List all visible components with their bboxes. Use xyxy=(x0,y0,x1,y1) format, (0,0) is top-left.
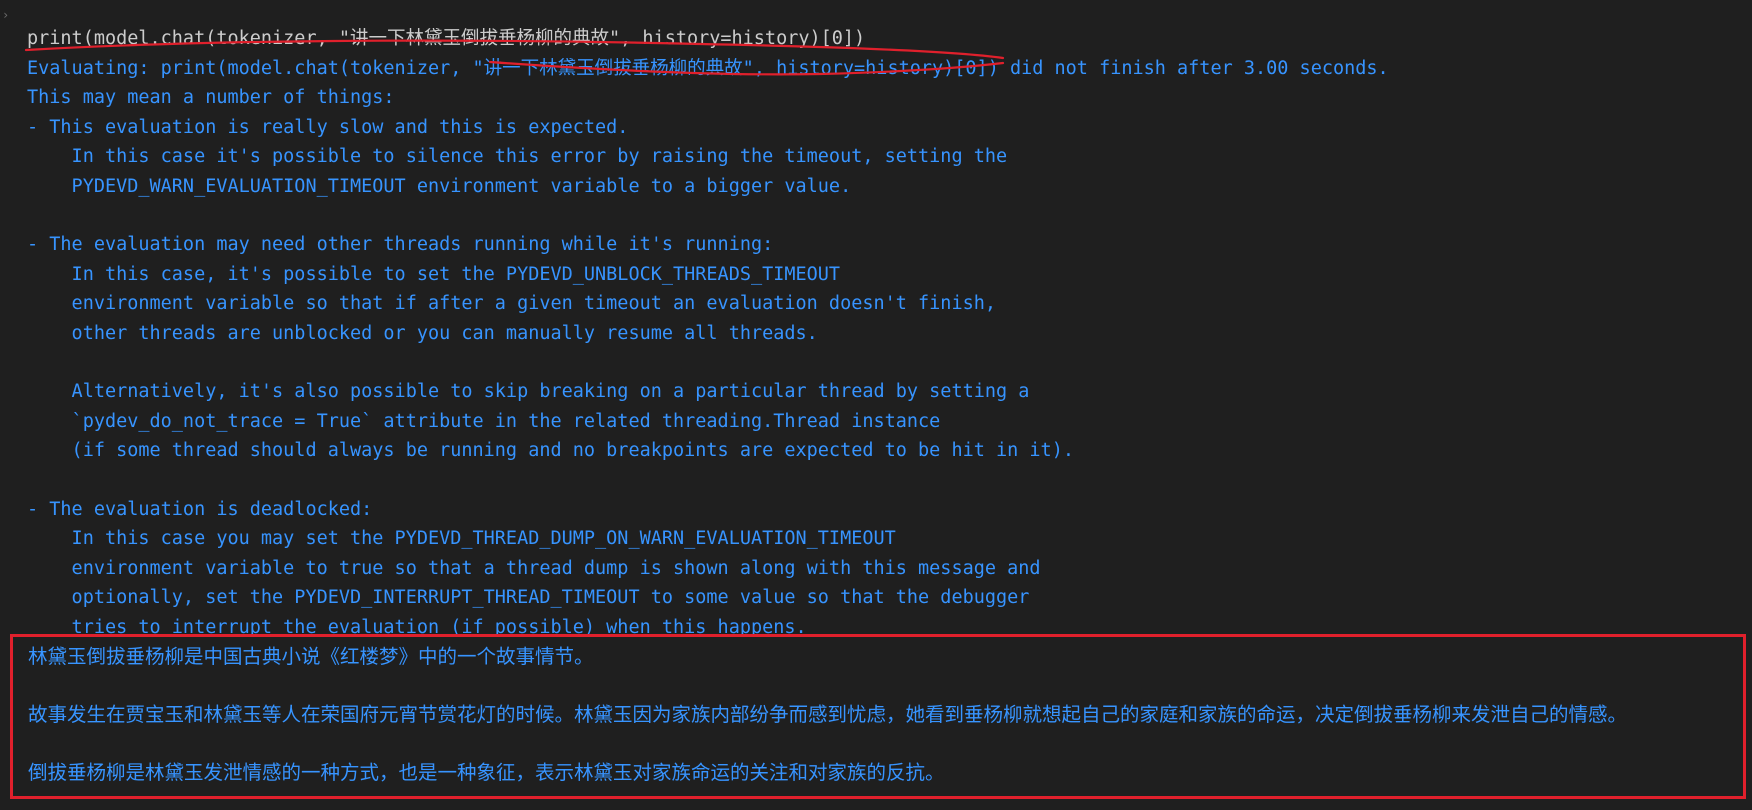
warning-line: Evaluating: print(model.chat(tokenizer, … xyxy=(27,58,1389,79)
warning-line: - This evaluation is really slow and thi… xyxy=(27,116,629,138)
warning-line: environment variable to true so that a t… xyxy=(27,557,1041,579)
warning-line: (if some thread should always be running… xyxy=(27,440,1074,462)
answer-line: 故事发生在贾宝玉和林黛玉等人在荣国府元宵节赏花灯的时候。林黛玉因为家族内部纷争而… xyxy=(28,703,1628,726)
warning-line: environment variable so that if after a … xyxy=(27,293,997,315)
warning-line: `pydev_do_not_trace = True` attribute in… xyxy=(27,410,941,432)
debug-console: › print(model.chat(tokenizer, "讲一下林黛玉倒拔垂… xyxy=(0,0,1752,810)
warning-line: In this case, it's possible to set the P… xyxy=(27,263,841,285)
warning-line: PYDEVD_WARN_EVALUATION_TIMEOUT environme… xyxy=(27,175,852,197)
chevron-right-icon: › xyxy=(2,8,10,22)
answer-line: 倒拔垂杨柳是林黛玉发泄情感的一种方式，也是一种象征，表示林黛玉对家族命运的关注和… xyxy=(28,761,945,784)
warning-line: other threads are unblocked or you can m… xyxy=(27,322,818,344)
warning-line: - The evaluation is deadlocked: xyxy=(27,499,373,520)
answer-line: 林黛玉倒拔垂杨柳是中国古典小说《红楼梦》中的一个故事情节。 xyxy=(28,645,594,668)
model-answer-highlight-box: 林黛玉倒拔垂杨柳是中国古典小说《红楼梦》中的一个故事情节。 故事发生在贾宝玉和林… xyxy=(10,634,1746,799)
warning-line: In this case you may set the PYDEVD_THRE… xyxy=(27,528,896,550)
warning-line: This may mean a number of things: xyxy=(27,87,395,109)
warning-line: - The evaluation may need other threads … xyxy=(27,234,774,256)
warning-line: optionally, set the PYDEVD_INTERRUPT_THR… xyxy=(27,587,1030,609)
warning-line: Alternatively, it's also possible to ski… xyxy=(27,381,1030,403)
warning-line: In this case it's possible to silence th… xyxy=(27,146,1008,168)
command-input-line[interactable]: print(model.chat(tokenizer, "讲一下林黛玉倒拔垂杨柳… xyxy=(27,24,865,53)
